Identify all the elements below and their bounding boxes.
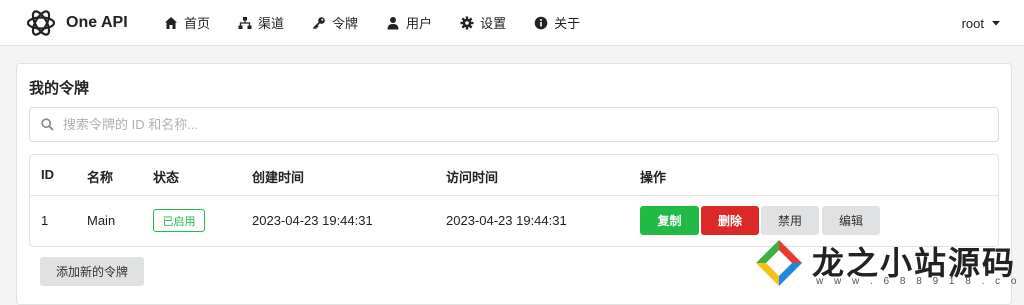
search-input[interactable] (63, 117, 963, 132)
nav-settings[interactable]: 设置 (460, 13, 506, 32)
brand[interactable]: One API (24, 6, 164, 40)
openai-logo-icon (26, 9, 56, 36)
tokens-table: ID 名称 状态 创建时间 访问时间 操作 1 Main 已启用 2023-04… (29, 154, 999, 247)
top-navbar: One API 首页 渠道 令牌 用户 设置 关于 root (0, 0, 1024, 46)
add-token-button[interactable]: 添加新的令牌 (40, 257, 144, 286)
search-box (29, 107, 999, 142)
nav-settings-label: 设置 (480, 16, 507, 31)
column-header-accessed[interactable]: 访问时间 (446, 167, 498, 186)
nav-about[interactable]: 关于 (534, 13, 580, 32)
nav-users[interactable]: 用户 (386, 13, 432, 32)
watermark-url: w w w . 6 8 8 9 1 8 . c o m (816, 276, 1024, 287)
caret-down-icon (992, 21, 1000, 26)
token-id: 1 (41, 213, 49, 228)
user-name: root (961, 15, 984, 31)
token-accessed-time: 2023-04-23 19:44:31 (446, 213, 567, 228)
nav-home-label: 首页 (184, 16, 211, 31)
column-header-name[interactable]: 名称 (87, 167, 113, 186)
brand-name: One API (66, 13, 128, 31)
search-icon (41, 118, 54, 131)
column-header-created[interactable]: 创建时间 (252, 167, 304, 186)
nav-channels[interactable]: 渠道 (238, 13, 284, 32)
nav-about-label: 关于 (554, 16, 581, 31)
column-header-actions: 操作 (640, 170, 667, 185)
nav-users-label: 用户 (406, 16, 433, 31)
nav-channels-label: 渠道 (258, 16, 285, 31)
nav-tokens-label: 令牌 (332, 16, 359, 31)
nav-home[interactable]: 首页 (164, 13, 210, 32)
watermark-logo-icon (756, 240, 802, 286)
site-watermark: 龙之小站源码 w w w . 6 8 8 9 1 8 . c o m (754, 238, 1024, 300)
column-header-id[interactable]: ID (41, 167, 54, 182)
info-circle-icon (534, 16, 548, 29)
copy-button[interactable]: 复制 (640, 206, 699, 235)
token-name: Main (87, 213, 116, 228)
sitemap-icon (238, 16, 252, 29)
token-created-time: 2023-04-23 19:44:31 (252, 213, 373, 228)
header-divider (30, 195, 998, 196)
status-badge: 已启用 (153, 209, 205, 232)
nav-tokens[interactable]: 令牌 (312, 13, 358, 32)
user-icon (387, 16, 399, 29)
user-dropdown[interactable]: root (962, 0, 1000, 46)
delete-button[interactable]: 删除 (701, 206, 759, 235)
column-header-status[interactable]: 状态 (153, 167, 179, 186)
disable-button[interactable]: 禁用 (761, 206, 819, 235)
page-title: 我的令牌 (29, 80, 90, 97)
gear-icon (460, 16, 474, 29)
edit-button[interactable]: 编辑 (822, 206, 880, 235)
key-icon (312, 16, 325, 29)
home-icon (165, 16, 177, 29)
